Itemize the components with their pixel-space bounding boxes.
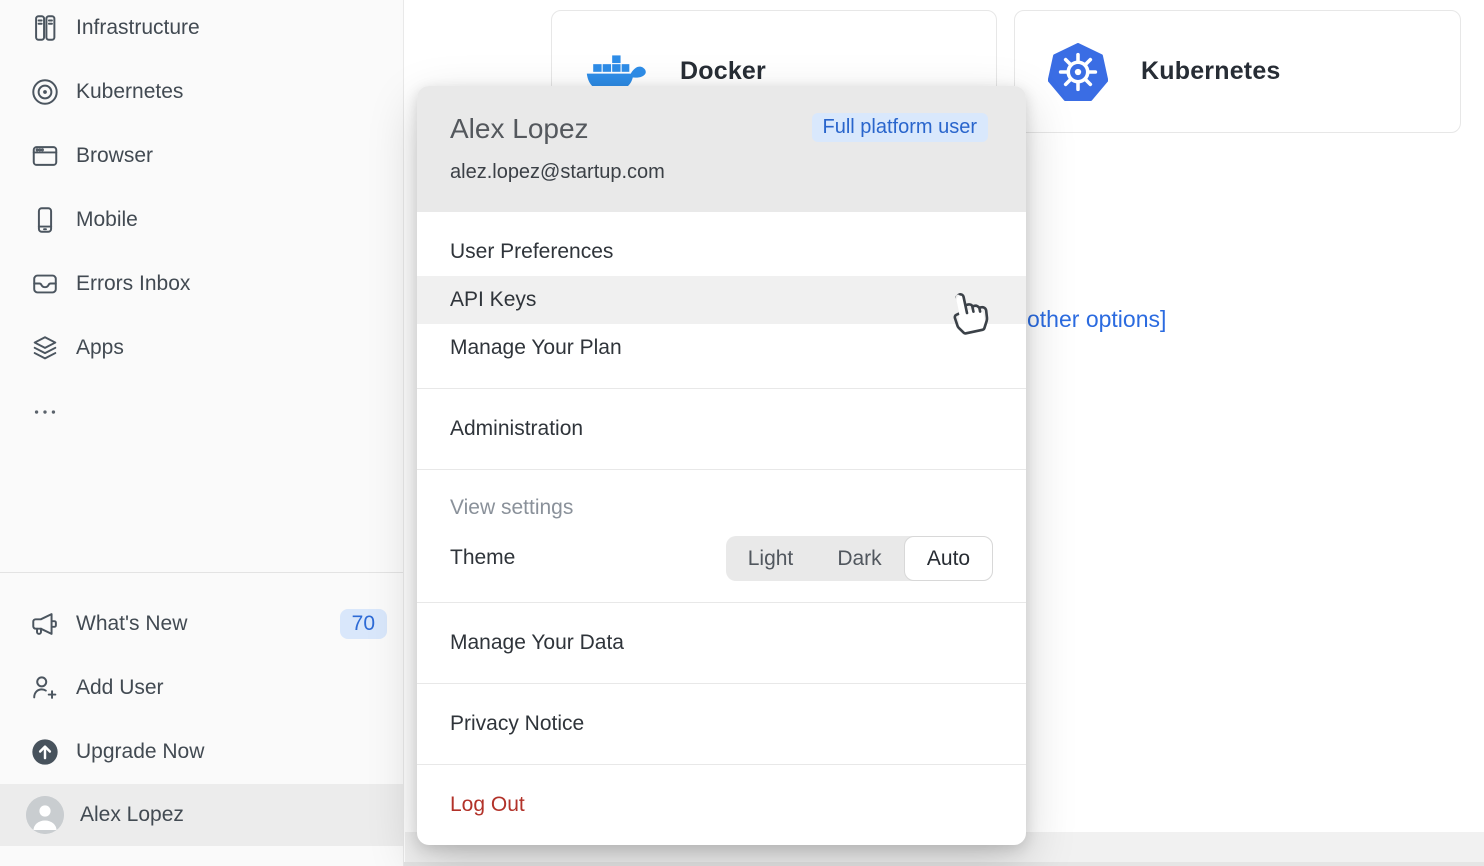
avatar <box>26 796 64 834</box>
menu-section-privacy: Privacy Notice <box>417 683 1026 764</box>
errors-inbox-icon <box>30 269 60 299</box>
theme-label: Theme <box>450 546 515 570</box>
sidebar-item-whats-new[interactable]: What's New 70 <box>0 592 403 656</box>
sidebar-nav: Infrastructure Kubernetes Brow <box>0 0 403 444</box>
menu-section-view-settings: View settings Theme Light Dark Auto <box>417 469 1026 602</box>
sidebar-divider <box>0 572 403 573</box>
sidebar-item-label: Kubernetes <box>76 80 183 104</box>
kubernetes-icon <box>30 77 60 107</box>
menu-item-administration[interactable]: Administration <box>417 405 1026 453</box>
sidebar-item-label: Apps <box>76 336 124 360</box>
other-options-link[interactable]: other options] <box>1027 306 1166 333</box>
browser-icon <box>30 141 60 171</box>
theme-toggle: Light Dark Auto <box>726 536 993 581</box>
card-label: Kubernetes <box>1141 57 1281 86</box>
sidebar-item-current-user[interactable]: Alex Lopez <box>0 784 403 846</box>
menu-item-manage-your-data[interactable]: Manage Your Data <box>417 619 1026 667</box>
megaphone-icon <box>30 609 60 639</box>
infrastructure-icon <box>30 13 60 43</box>
sidebar-item-label: Alex Lopez <box>80 803 184 827</box>
sidebar-item-browser[interactable]: Browser <box>0 124 403 188</box>
sidebar-item-label: Add User <box>76 676 164 700</box>
role-badge: Full platform user <box>812 113 989 142</box>
sidebar-item-label: Errors Inbox <box>76 272 190 296</box>
sidebar-item-label: Upgrade Now <box>76 740 204 764</box>
sidebar-item-kubernetes[interactable]: Kubernetes <box>0 60 403 124</box>
sidebar-item-infrastructure[interactable]: Infrastructure <box>0 0 403 60</box>
app-window: Docker Kubernetes other <box>0 0 1484 866</box>
upgrade-icon <box>30 737 60 767</box>
theme-option-auto[interactable]: Auto <box>904 536 993 581</box>
mouse-cursor <box>942 287 992 339</box>
kubernetes-card[interactable]: Kubernetes <box>1014 10 1461 133</box>
sidebar-item-apps[interactable]: Apps <box>0 316 403 380</box>
sidebar-item-add-user[interactable]: Add User <box>0 656 403 720</box>
sidebar-item-errors-inbox[interactable]: Errors Inbox <box>0 252 403 316</box>
kubernetes-logo-icon <box>1048 43 1108 101</box>
ellipsis-icon <box>30 397 60 427</box>
theme-option-dark[interactable]: Dark <box>815 536 904 581</box>
sidebar-item-label: Infrastructure <box>76 16 200 40</box>
menu-section-logout: Log Out <box>417 764 1026 845</box>
whats-new-badge: 70 <box>340 609 387 639</box>
user-menu-dropdown: Alex Lopez alez.lopez@startup.com Full p… <box>417 86 1026 845</box>
sidebar-footer-nav: What's New 70 Add User <box>0 592 403 846</box>
sidebar-item-label: Browser <box>76 144 153 168</box>
sidebar-item-more[interactable] <box>0 380 403 444</box>
theme-row: Theme Light Dark Auto <box>417 530 1026 586</box>
menu-item-user-preferences[interactable]: User Preferences <box>417 228 1026 276</box>
sidebar-item-mobile[interactable]: Mobile <box>0 188 403 252</box>
sidebar-item-label: Mobile <box>76 208 138 232</box>
menu-section-data: Manage Your Data <box>417 602 1026 683</box>
theme-option-light[interactable]: Light <box>726 536 815 581</box>
view-settings-label: View settings <box>417 486 1026 530</box>
mobile-icon <box>30 205 60 235</box>
sidebar-item-label: What's New <box>76 612 187 636</box>
card-label: Docker <box>680 57 766 86</box>
user-menu-header: Alex Lopez alez.lopez@startup.com Full p… <box>417 86 1026 212</box>
sidebar: Infrastructure Kubernetes Brow <box>0 0 404 866</box>
user-name: Alex Lopez <box>450 113 589 145</box>
menu-section-account: User Preferences API Keys Manage Your Pl… <box>417 212 1026 388</box>
user-email: alez.lopez@startup.com <box>450 161 665 184</box>
menu-section-admin: Administration <box>417 388 1026 469</box>
menu-item-manage-your-plan[interactable]: Manage Your Plan <box>417 324 1026 372</box>
sidebar-item-upgrade-now[interactable]: Upgrade Now <box>0 720 403 784</box>
menu-item-privacy-notice[interactable]: Privacy Notice <box>417 700 1026 748</box>
add-user-icon <box>30 673 60 703</box>
apps-icon <box>30 333 60 363</box>
menu-item-api-keys[interactable]: API Keys <box>417 276 1026 324</box>
menu-item-log-out[interactable]: Log Out <box>417 781 1026 829</box>
